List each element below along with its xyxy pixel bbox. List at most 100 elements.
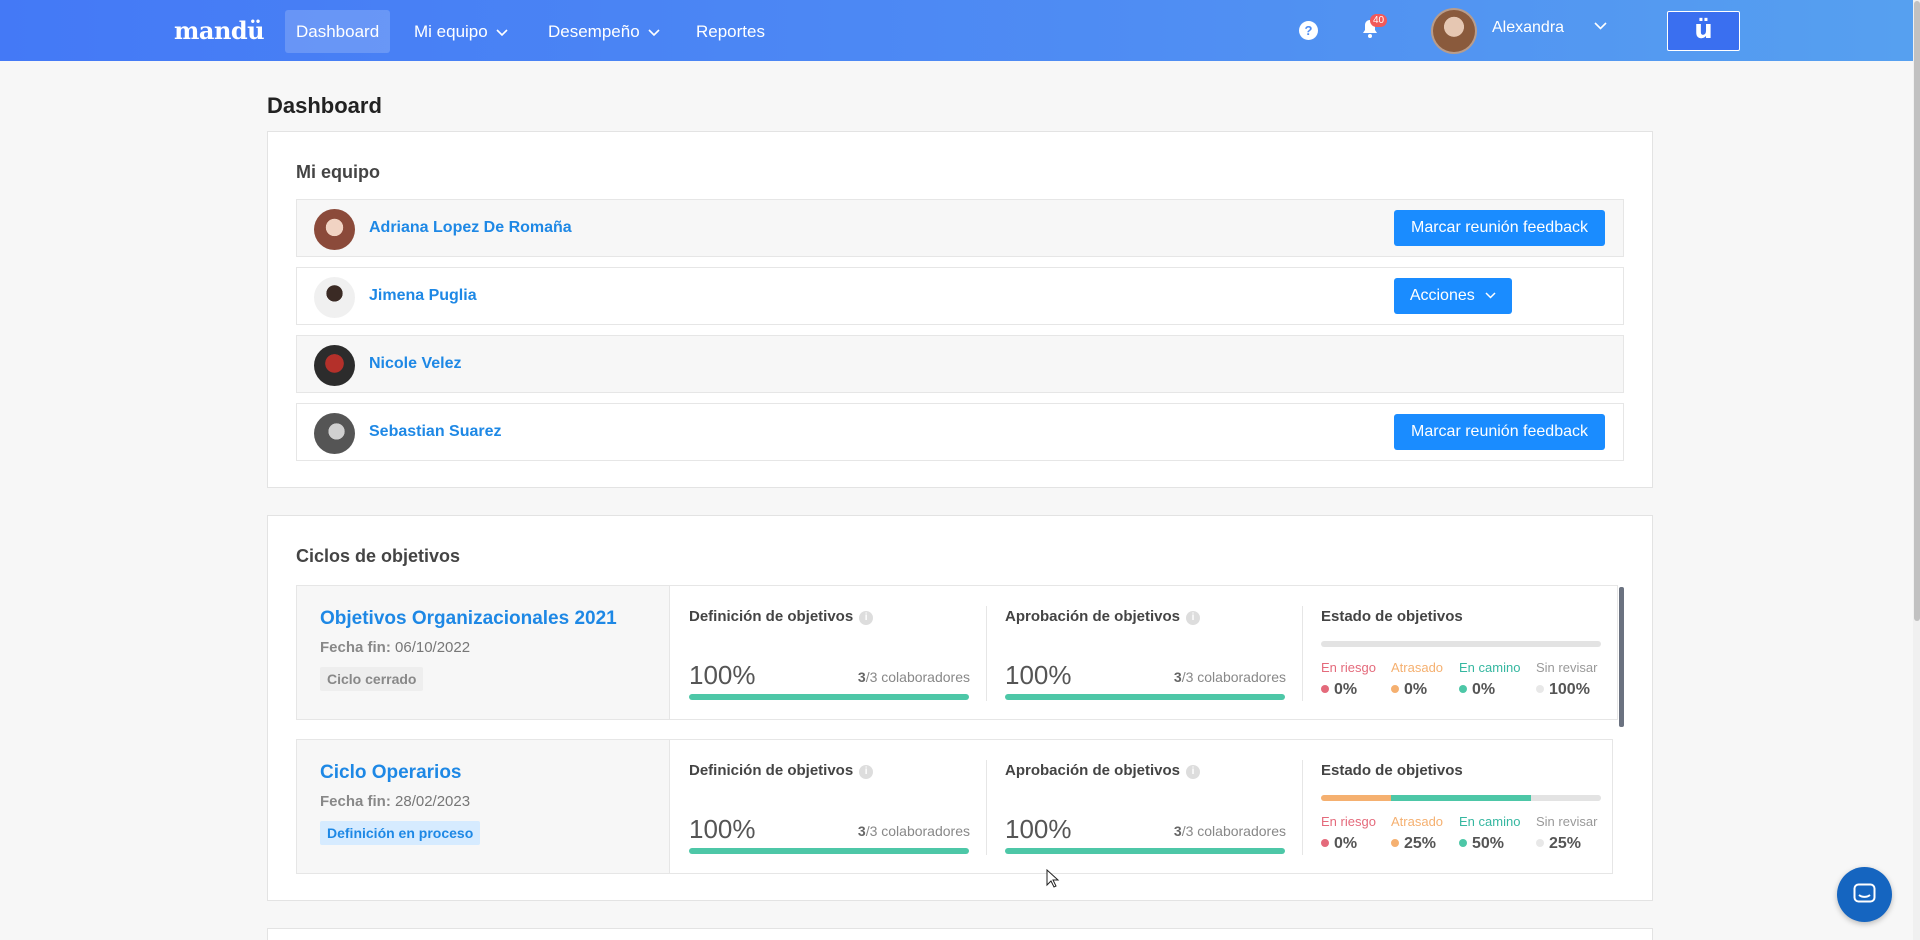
nav-dashboard[interactable]: Dashboard [285, 10, 391, 53]
status-value-text: 0% [1472, 681, 1496, 698]
status-value-text: 100% [1549, 681, 1590, 698]
cycle-name-link[interactable]: Ciclo Operarios [320, 762, 462, 784]
chevron-down-icon [648, 28, 660, 36]
status-value-text: 0% [1334, 681, 1358, 698]
status-dot [1459, 685, 1467, 693]
collab-count: 3 [857, 669, 866, 685]
collab-total: /3 colaboradores [1181, 823, 1286, 839]
status-label: Atrasado [1391, 814, 1444, 829]
actions-dropdown-label: Acciones [1409, 287, 1475, 304]
notification-badge: 40 [1370, 14, 1388, 27]
status-value: 0% [1459, 681, 1520, 699]
status-title: Estado de objetivos [1321, 762, 1463, 779]
mouse-cursor-icon [1046, 869, 1060, 888]
phase-title: Definición de objetivos i [689, 608, 874, 625]
phase-approval: Aprobación de objetivos i 100% 3/3 colabo… [987, 740, 1302, 873]
collab-count: 3 [1173, 823, 1182, 839]
info-icon[interactable]: i [1186, 611, 1201, 625]
objectives-status: Estado de objetivos En riesgo 0% Atrasado… [1303, 586, 1618, 719]
status-label: En riesgo [1321, 814, 1376, 829]
collab-total: /3 colaboradores [1181, 669, 1286, 685]
status-value: 0% [1391, 681, 1443, 699]
status-stacked-bar [1321, 641, 1601, 647]
member-name-link[interactable]: Sebastian Suarez [369, 423, 502, 441]
cycle-name-link[interactable]: Objetivos Organizacionales 2021 [320, 608, 617, 630]
phase-percentage: 100% [689, 660, 756, 690]
brand-app-button[interactable]: ü [1667, 11, 1740, 51]
status-dot [1459, 839, 1467, 847]
cycle-summary: Objetivos Organizacionales 2021 Fecha fi… [297, 586, 670, 719]
member-name-link[interactable]: Adriana Lopez De Romaña [369, 219, 572, 237]
status-dot [1536, 685, 1544, 693]
status-value-text: 25% [1404, 835, 1437, 852]
nav-desempeno[interactable]: Desempeño [537, 10, 671, 53]
status-bar-segment [1391, 795, 1531, 801]
status-on-track: En camino 50% [1459, 814, 1520, 853]
end-date-label: Fecha fin: [320, 793, 391, 810]
page-scrollbar-thumb[interactable] [1914, 1, 1920, 621]
team-member-row: Adriana Lopez De Romaña Marcar reunión f… [296, 199, 1624, 257]
chevron-down-icon [496, 28, 508, 36]
phase-progress-fill [689, 694, 969, 700]
end-date-value: 06/10/2022 [395, 639, 471, 656]
avatar[interactable] [314, 413, 355, 454]
status-bar-segment [1531, 795, 1601, 801]
phase-progress-fill [1005, 848, 1285, 854]
info-icon[interactable]: i [1186, 765, 1201, 779]
objectives-status: Estado de objetivos En riesgo 0% Atrasado… [1303, 740, 1618, 873]
status-value-text: 0% [1334, 835, 1358, 852]
status-dot [1391, 685, 1399, 693]
chat-launcher-button[interactable] [1837, 867, 1892, 922]
status-dot [1321, 685, 1329, 693]
chat-icon [1853, 883, 1876, 903]
member-name-link[interactable]: Nicole Velez [369, 355, 462, 373]
info-icon[interactable]: i [859, 765, 874, 779]
status-delayed: Atrasado 25% [1391, 814, 1443, 853]
avatar[interactable] [314, 277, 355, 318]
cycles-scrollbar-thumb[interactable] [1619, 587, 1624, 727]
avatar[interactable] [314, 209, 355, 250]
member-name-link[interactable]: Jimena Puglia [369, 287, 477, 305]
nav-mi-equipo-label: Mi equipo [414, 22, 488, 41]
status-label: Sin revisar [1536, 660, 1598, 675]
user-name[interactable]: Alexandra [1492, 19, 1564, 37]
phase-title: Aprobación de objetivos i [1005, 762, 1201, 779]
chevron-down-icon [1485, 292, 1496, 299]
status-delayed: Atrasado 0% [1391, 660, 1443, 699]
actions-dropdown-button[interactable]: Acciones [1394, 278, 1512, 314]
phase-progress-bar [689, 694, 969, 700]
status-at-risk: En riesgo 0% [1321, 660, 1376, 699]
phase-progress-fill [689, 848, 969, 854]
status-value: 0% [1321, 681, 1376, 699]
user-avatar[interactable] [1431, 8, 1477, 54]
status-title: Estado de objetivos [1321, 608, 1463, 625]
status-label: En camino [1459, 660, 1521, 675]
status-dot [1321, 839, 1329, 847]
nav-reportes[interactable]: Reportes [685, 10, 776, 53]
cycle-row: Ciclo Operarios Fecha fin: 28/02/2023 De… [296, 739, 1613, 874]
team-member-row: Jimena Puglia Acciones [296, 267, 1624, 325]
status-stacked-bar [1321, 795, 1601, 801]
status-at-risk: En riesgo 0% [1321, 814, 1376, 853]
end-date-label: Fecha fin: [320, 639, 391, 656]
nav-mi-equipo[interactable]: Mi equipo [403, 10, 519, 53]
status-dot [1536, 839, 1544, 847]
avatar[interactable] [314, 345, 355, 386]
status-value: 100% [1536, 681, 1597, 699]
status-unreviewed: Sin revisar 25% [1536, 814, 1597, 853]
chevron-down-icon[interactable] [1594, 22, 1607, 30]
mandu-logo[interactable]: mandü [174, 16, 265, 45]
info-icon[interactable]: i [859, 611, 874, 625]
phase-title-text: Aprobación de objetivos [1005, 762, 1181, 779]
status-bar-segment [1321, 641, 1601, 647]
status-label: En camino [1459, 814, 1521, 829]
schedule-feedback-button[interactable]: Marcar reunión feedback [1394, 210, 1605, 246]
status-value-text: 25% [1549, 835, 1582, 852]
schedule-feedback-button[interactable]: Marcar reunión feedback [1394, 414, 1605, 450]
cycles-card: Ciclos de objetivos Objetivos Organizaci… [267, 515, 1653, 901]
nav-dashboard-label: Dashboard [296, 22, 380, 41]
phase-definition: Definición de objetivos i 100% 3/3 colabo… [671, 586, 986, 719]
phase-progress-fill [1005, 694, 1285, 700]
phase-percentage: 100% [1005, 660, 1072, 690]
question-circle-icon[interactable]: ? [1299, 21, 1318, 40]
